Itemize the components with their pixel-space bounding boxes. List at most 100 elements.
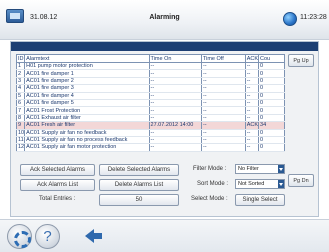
settings-gear-icon[interactable]	[7, 224, 32, 249]
row-alarmtext: AC01 Supply air fan motor protection	[24, 143, 150, 152]
column-header-id[interactable]: ID	[15, 54, 26, 63]
row-time-off: --	[200, 99, 246, 108]
page-up-button[interactable]: Pg Up	[288, 54, 314, 67]
table-row-selected[interactable]: 9 AC01 Fresh air filter 27.07.2012 14:00…	[15, 121, 285, 130]
row-id: 2	[15, 69, 26, 78]
column-header-time-off[interactable]: Time Off	[200, 54, 246, 63]
table-row[interactable]: 7 AC01 Frost Protection -- -- -- 0	[15, 106, 285, 115]
table-row[interactable]: 1 H01 pump motor protection -- -- -- 0	[15, 62, 285, 71]
row-time-off: --	[200, 69, 246, 78]
row-time-on: --	[148, 92, 202, 100]
row-count: 0	[258, 69, 285, 78]
row-alarmtext: AC01 Frost Protection	[24, 106, 150, 115]
table-row[interactable]: 4 AC01 fire damper 3 -- -- -- 0	[15, 84, 285, 93]
row-ack: --	[244, 92, 260, 100]
row-ack: --	[244, 114, 260, 123]
table-row[interactable]: 11 AC01 Supply air fan no process feedba…	[15, 136, 285, 145]
top-bar: 31.08.12 Alarming 11:23:28	[0, 0, 329, 40]
back-arrow-icon[interactable]	[85, 227, 103, 245]
column-header-ack[interactable]: ACK	[244, 54, 260, 63]
total-entries-value: 50	[99, 194, 179, 206]
row-ack: --	[244, 106, 260, 115]
row-alarmtext: AC01 fire damper 4	[24, 92, 150, 100]
globe-icon[interactable]	[283, 12, 297, 26]
table-row[interactable]: 2 AC01 fire damper 1 -- -- -- 0	[15, 69, 285, 78]
bottom-bar: ?	[0, 219, 329, 252]
column-header-alarmtext[interactable]: Alarmtext	[24, 54, 150, 63]
row-alarmtext: H01 pump motor protection	[24, 62, 150, 71]
row-count: 0	[258, 77, 285, 86]
ack-alarms-list-button[interactable]: Ack Alarms List	[20, 179, 95, 191]
ack-selected-alarms-button[interactable]: Ack Selected Alarms	[20, 164, 95, 176]
row-time-on: --	[148, 143, 202, 152]
row-id: 6	[15, 99, 26, 108]
row-alarmtext: AC01 fire damper 1	[24, 69, 150, 78]
sort-mode-select[interactable]: Not Sorted	[235, 179, 285, 189]
alarm-table: ID Alarmtext Time On Time Off ACK Cou 1 …	[15, 54, 285, 152]
row-ack: --	[244, 69, 260, 78]
delete-alarms-list-button[interactable]: Delete Alarms List	[99, 179, 179, 191]
column-header-time-on[interactable]: Time On	[148, 54, 202, 63]
row-id: 10	[15, 129, 26, 137]
table-row[interactable]: 8 AC01 Exhaust air filter -- -- -- 0	[15, 114, 285, 123]
row-time-off: --	[200, 121, 246, 130]
help-icon[interactable]: ?	[35, 224, 60, 249]
chevron-down-icon	[278, 180, 284, 188]
row-time-off: --	[200, 92, 246, 100]
row-time-on: 27.07.2012 14:00	[148, 121, 202, 130]
row-time-off: --	[200, 136, 246, 145]
row-time-on: --	[148, 129, 202, 137]
row-id: 7	[15, 106, 26, 115]
row-time-on: --	[148, 114, 202, 123]
row-time-on: --	[148, 136, 202, 145]
row-count: 0	[258, 84, 285, 93]
chevron-down-icon	[278, 165, 284, 173]
filter-mode-select[interactable]: No Filter	[235, 164, 285, 174]
row-time-off: --	[200, 129, 246, 137]
select-mode-label: Select Mode :	[191, 196, 228, 202]
row-ack: --	[244, 84, 260, 93]
row-id: 5	[15, 92, 26, 100]
row-time-off: --	[200, 77, 246, 86]
row-count: 34	[258, 121, 285, 130]
delete-selected-alarms-button[interactable]: Delete Selected Alarms	[99, 164, 179, 176]
select-mode-button[interactable]: Single Select	[235, 194, 285, 206]
row-count: 0	[258, 62, 285, 71]
table-row[interactable]: 12 AC01 Supply air fan motor protection …	[15, 143, 285, 152]
table-row[interactable]: 5 AC01 fire damper 4 -- -- -- 0	[15, 92, 285, 100]
row-alarmtext: AC01 Supply air fan no process feedback	[24, 136, 150, 145]
row-count: 0	[258, 143, 285, 152]
row-id: 1	[15, 62, 26, 71]
row-count: 0	[258, 99, 285, 108]
row-time-on: --	[148, 84, 202, 93]
column-header-count[interactable]: Cou	[258, 54, 285, 63]
table-header-row: ID Alarmtext Time On Time Off ACK Cou	[15, 54, 285, 63]
row-ack: --	[244, 62, 260, 71]
row-id: 8	[15, 114, 26, 123]
row-count: 0	[258, 114, 285, 123]
total-entries-label: Total Entries :	[39, 196, 76, 202]
row-time-off: --	[200, 84, 246, 93]
row-time-on: --	[148, 106, 202, 115]
row-time-off: --	[200, 114, 246, 123]
page-down-button[interactable]: Pg Dn	[288, 174, 314, 187]
alarm-panel: ID Alarmtext Time On Time Off ACK Cou 1 …	[10, 41, 319, 217]
row-time-on: --	[148, 99, 202, 108]
row-alarmtext: AC01 fire damper 2	[24, 77, 150, 86]
table-row[interactable]: 3 AC01 fire damper 2 -- -- -- 0	[15, 77, 285, 86]
row-alarmtext: AC01 fire damper 5	[24, 99, 150, 108]
row-ack: --	[244, 77, 260, 86]
row-time-on: --	[148, 62, 202, 71]
row-time-off: --	[200, 62, 246, 71]
row-id: 11	[15, 136, 26, 145]
row-ack: --	[244, 136, 260, 145]
row-alarmtext: AC01 Fresh air filter	[24, 121, 150, 130]
filter-mode-label: Filter Mode :	[193, 166, 227, 172]
row-time-on: --	[148, 69, 202, 78]
table-row[interactable]: 6 AC01 fire damper 5 -- -- -- 0	[15, 99, 285, 108]
table-row[interactable]: 10 AC01 Supply air fan no feedback -- --…	[15, 129, 285, 137]
row-count: 0	[258, 106, 285, 115]
row-alarmtext: AC01 Exhaust air filter	[24, 114, 150, 123]
row-time-off: --	[200, 106, 246, 115]
row-id: 4	[15, 84, 26, 93]
